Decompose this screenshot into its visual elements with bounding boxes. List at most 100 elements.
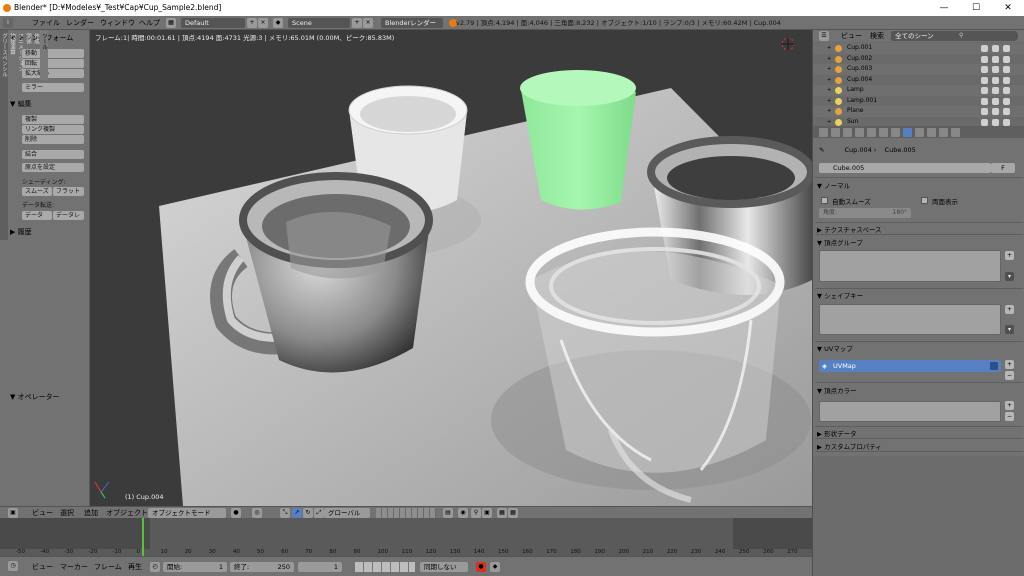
editor-type-icon[interactable]: ☰ bbox=[819, 31, 829, 41]
editor-type-icon[interactable]: ◷ bbox=[8, 561, 18, 571]
mirror-button[interactable]: ミラー bbox=[22, 83, 84, 92]
selectable-cursor-icon[interactable] bbox=[992, 108, 999, 115]
menu-playback[interactable]: 再生 bbox=[128, 561, 142, 573]
remove-vertex-color-button[interactable]: − bbox=[1005, 412, 1014, 421]
manipulator-icon[interactable]: ⤡ bbox=[280, 508, 290, 518]
3d-cursor-icon[interactable] bbox=[781, 37, 795, 51]
set-origin-select[interactable]: 原点を設定 bbox=[22, 163, 84, 172]
add-screen-button[interactable]: + bbox=[247, 18, 257, 28]
outliner-item[interactable]: + Cup.001 bbox=[813, 43, 1024, 54]
flat-button[interactable]: フラット bbox=[53, 187, 84, 196]
render-engine-select[interactable]: Blenderレンダー bbox=[381, 18, 443, 28]
current-frame-field[interactable]: 1 bbox=[298, 562, 342, 572]
renderable-camera-icon[interactable] bbox=[1003, 118, 1010, 126]
vertex-colors-list[interactable] bbox=[819, 401, 1001, 422]
vertex-groups-list[interactable] bbox=[819, 250, 1001, 282]
join-button[interactable]: 結合 bbox=[22, 150, 84, 159]
layer-buttons[interactable] bbox=[376, 508, 436, 518]
keying-set-icon[interactable]: ◆ bbox=[490, 562, 500, 572]
menu-view[interactable]: ビュー bbox=[32, 561, 53, 573]
expand-icon[interactable]: + bbox=[827, 75, 831, 86]
constraints-tab-icon[interactable] bbox=[879, 128, 888, 137]
start-frame-field[interactable]: 開始: 1 bbox=[163, 562, 227, 572]
custom-properties-panel-header[interactable]: カスタムプロパティ bbox=[824, 443, 882, 451]
data-button[interactable]: データ bbox=[22, 211, 52, 220]
uv-render-camera-icon[interactable] bbox=[990, 362, 998, 370]
selectable-cursor-icon[interactable] bbox=[992, 55, 999, 63]
expand-icon[interactable]: + bbox=[827, 54, 831, 65]
editor-type-icon[interactable]: ▣ bbox=[8, 508, 18, 518]
tab-grease-pencil[interactable]: グリースペンシル bbox=[0, 30, 8, 80]
end-frame-field[interactable]: 終了: 250 bbox=[230, 562, 294, 572]
shape-keys-panel-header[interactable]: シェイプキー bbox=[824, 292, 863, 300]
link-duplicate-button[interactable]: リンク複製 bbox=[22, 125, 84, 134]
mesh-name-field[interactable]: Cube.005 bbox=[819, 163, 991, 173]
uv-maps-panel-header[interactable]: UVマップ bbox=[824, 345, 853, 353]
record-icon[interactable]: ● bbox=[476, 562, 486, 572]
history-panel-header[interactable]: 履歴 bbox=[18, 228, 32, 236]
outliner-item[interactable]: + Cup.002 bbox=[813, 54, 1024, 65]
physics-tab-icon[interactable] bbox=[951, 128, 960, 137]
object-tab-icon[interactable] bbox=[867, 128, 876, 137]
selectable-cursor-icon[interactable] bbox=[992, 97, 999, 105]
mode-select[interactable]: オブジェクトモード bbox=[148, 508, 226, 518]
vertex-colors-panel-header[interactable]: 頂点カラー bbox=[824, 387, 857, 395]
visibility-eye-icon[interactable] bbox=[981, 97, 988, 105]
tab-tools[interactable]: ツール bbox=[40, 30, 48, 80]
mesh-data-tab-icon[interactable] bbox=[903, 128, 912, 137]
render-layers-tab-icon[interactable] bbox=[831, 128, 840, 137]
renderable-camera-icon[interactable] bbox=[1003, 55, 1010, 63]
delete-button[interactable]: 削除 bbox=[22, 135, 84, 144]
menu-render[interactable]: レンダー bbox=[66, 17, 94, 29]
double-sided-checkbox[interactable] bbox=[921, 197, 928, 204]
smooth-button[interactable]: スムーズ bbox=[22, 187, 52, 196]
tab-physics[interactable]: 物理演算 bbox=[8, 30, 16, 80]
pin-icon[interactable]: ✎ bbox=[819, 146, 827, 154]
tab-create[interactable]: 作成 bbox=[32, 30, 40, 80]
world-tab-icon[interactable] bbox=[855, 128, 864, 137]
renderable-camera-icon[interactable] bbox=[1003, 45, 1010, 52]
sync-select[interactable]: 同期しない bbox=[420, 562, 468, 572]
snap-icon[interactable]: ⚲ bbox=[471, 508, 481, 518]
menu-frame[interactable]: フレーム bbox=[94, 561, 122, 573]
3d-viewport[interactable]: フレーム:1| 時間:00:01.61 | 頂点:4194 面:4731 光源:… bbox=[91, 30, 812, 506]
auto-smooth-checkbox[interactable] bbox=[821, 197, 828, 204]
remove-uv-map-button[interactable]: − bbox=[1005, 371, 1014, 380]
menu-view[interactable]: ビュー bbox=[841, 30, 862, 42]
editor-type-icon[interactable]: i bbox=[3, 18, 13, 28]
tab-relations[interactable]: 関係 bbox=[24, 30, 32, 80]
collapse-triangle-icon[interactable]: ▼ bbox=[10, 100, 18, 108]
remove-screen-button[interactable]: × bbox=[258, 18, 268, 28]
texture-space-panel-header[interactable]: テクスチャスペース bbox=[824, 226, 881, 234]
selectable-cursor-icon[interactable] bbox=[992, 45, 999, 52]
remove-scene-button[interactable]: × bbox=[363, 18, 373, 28]
operator-panel-header[interactable]: オペレーター bbox=[18, 393, 60, 401]
visibility-eye-icon[interactable] bbox=[981, 118, 988, 126]
opengl-render-icon[interactable]: ▦ bbox=[497, 508, 507, 518]
expand-icon[interactable]: + bbox=[827, 64, 831, 75]
visibility-eye-icon[interactable] bbox=[981, 108, 988, 115]
renderable-camera-icon[interactable] bbox=[1003, 108, 1010, 115]
menu-window[interactable]: ウィンドウ bbox=[100, 17, 135, 29]
selectable-cursor-icon[interactable] bbox=[992, 76, 999, 84]
outliner-item[interactable]: + Cup.004 bbox=[813, 75, 1024, 86]
visibility-eye-icon[interactable] bbox=[981, 55, 988, 63]
collapse-triangle-icon[interactable]: ▼ bbox=[10, 393, 18, 401]
duplicate-button[interactable]: 複製 bbox=[22, 115, 84, 124]
pivot-icon[interactable]: ◎ bbox=[252, 508, 262, 518]
scene-icon[interactable]: ◆ bbox=[273, 18, 283, 28]
tab-animation[interactable]: アニメーション bbox=[16, 30, 24, 80]
rotate-manip-icon[interactable]: ↻ bbox=[303, 508, 313, 518]
maximize-button[interactable]: ☐ bbox=[960, 0, 992, 16]
screen-layout-select[interactable]: Default bbox=[181, 18, 245, 28]
add-vertex-color-button[interactable]: + bbox=[1005, 401, 1014, 410]
texture-tab-icon[interactable] bbox=[927, 128, 936, 137]
menu-help[interactable]: ヘルプ bbox=[139, 17, 160, 29]
edit-panel-header[interactable]: 編集 bbox=[18, 100, 32, 108]
expand-triangle-icon[interactable]: ▶ bbox=[10, 228, 18, 236]
scene-select[interactable]: Scene bbox=[288, 18, 350, 28]
material-tab-icon[interactable] bbox=[915, 128, 924, 137]
outliner-item[interactable]: + Cup.003 bbox=[813, 64, 1024, 75]
playback-controls[interactable] bbox=[355, 562, 415, 572]
outliner-item[interactable]: + Lamp bbox=[813, 85, 1024, 96]
